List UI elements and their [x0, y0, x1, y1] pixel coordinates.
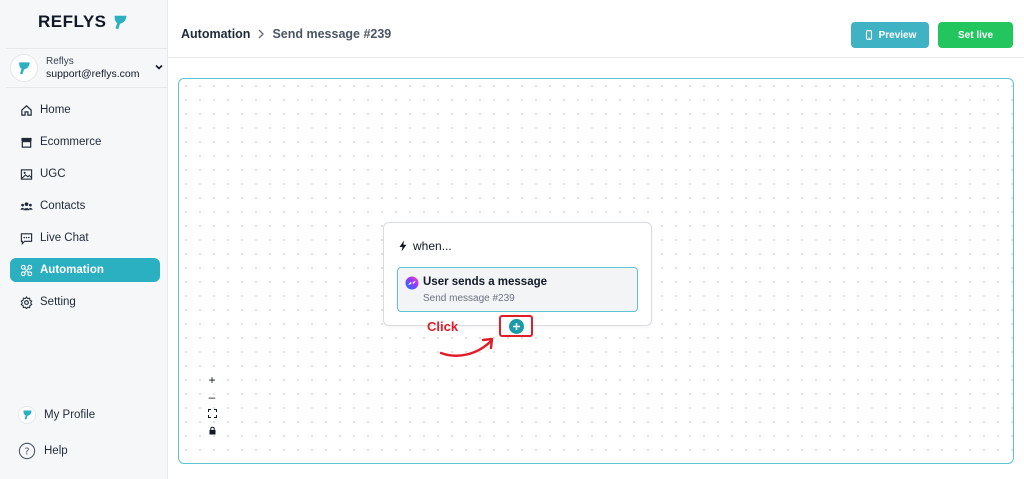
gear-icon — [20, 295, 33, 309]
sidebar-item-label: Contacts — [40, 200, 86, 212]
brand-name: REFLYS — [38, 12, 107, 31]
messenger-icon — [405, 276, 419, 290]
lock-button[interactable] — [203, 422, 221, 439]
click-annotation: Click — [427, 319, 459, 334]
trigger-card[interactable]: User sends a message Send message #239 — [397, 267, 638, 312]
store-icon — [21, 137, 32, 148]
image-icon — [20, 168, 33, 180]
set-live-label: Set live — [957, 29, 994, 41]
trigger-heading: when... — [398, 239, 452, 253]
users-icon — [20, 201, 33, 210]
account-name: Reflys — [46, 56, 74, 67]
sidebar: REFLYS Reflys support@reflys.com Home Ec… — [0, 0, 168, 479]
brand-logo[interactable]: REFLYS — [38, 12, 129, 32]
zoom-in-button[interactable]: + — [203, 371, 221, 388]
brand-mark-icon — [19, 62, 30, 75]
sidebar-item-label: Home — [40, 104, 71, 116]
sidebar-item-live-chat[interactable]: Live Chat — [10, 226, 160, 250]
sidebar-item-contacts[interactable]: Contacts — [10, 194, 160, 218]
preview-button[interactable]: Preview — [851, 22, 929, 48]
trigger-subtitle: Send message #239 — [423, 293, 515, 304]
annotation-arrow-icon — [439, 337, 494, 357]
plus-icon — [512, 322, 520, 330]
add-step-highlight — [499, 315, 533, 337]
automation-icon — [20, 264, 33, 276]
chevron-down-icon[interactable] — [154, 62, 164, 72]
help-icon: ? — [18, 442, 36, 460]
sidebar-item-label: Live Chat — [40, 232, 89, 244]
sidebar-item-label: Ecommerce — [40, 136, 102, 148]
svg-text:?: ? — [24, 447, 29, 458]
sidebar-item-setting[interactable]: Setting — [10, 290, 160, 314]
fit-view-button[interactable] — [203, 405, 221, 422]
trigger-node[interactable]: when... User sends a message Send messag… — [383, 222, 652, 326]
help-link[interactable]: ? Help — [18, 442, 68, 460]
sidebar-item-automation[interactable]: Automation — [10, 258, 160, 282]
zoom-out-button[interactable]: – — [203, 388, 221, 405]
sidebar-item-ugc[interactable]: UGC — [10, 162, 160, 186]
sidebar-item-ecommerce[interactable]: Ecommerce — [10, 130, 160, 154]
my-profile-label: My Profile — [44, 409, 96, 421]
sidebar-item-label: Automation — [40, 264, 104, 276]
chat-icon — [20, 232, 33, 245]
breadcrumb-current: Send message #239 — [272, 27, 392, 41]
flow-canvas[interactable]: when... User sends a message Send messag… — [178, 78, 1014, 464]
add-step-button[interactable] — [508, 318, 524, 334]
account-avatar — [10, 54, 38, 82]
canvas-controls: + – — [203, 371, 221, 439]
set-live-button[interactable]: Set live — [938, 22, 1013, 48]
phone-icon — [865, 30, 872, 40]
brand-mark-icon — [114, 15, 126, 30]
top-header: Automation Send message #239 Preview Set… — [168, 0, 1024, 58]
preview-label: Preview — [878, 29, 917, 41]
account-email: support@reflys.com — [46, 68, 140, 80]
sidebar-nav: Home Ecommerce UGC Contacts Live Chat Au… — [10, 98, 160, 322]
fit-view-icon — [207, 409, 217, 418]
profile-avatar-icon — [18, 406, 36, 424]
help-label: Help — [44, 445, 68, 457]
account-switcher[interactable]: Reflys support@reflys.com — [6, 48, 168, 88]
breadcrumb: Automation Send message #239 — [181, 27, 391, 41]
home-icon — [21, 104, 32, 116]
lock-icon — [209, 426, 215, 435]
app: REFLYS Reflys support@reflys.com Home Ec… — [0, 0, 1024, 479]
sidebar-item-label: Setting — [40, 296, 76, 308]
trigger-title: User sends a message — [423, 276, 548, 288]
chevron-right-icon — [258, 29, 265, 39]
lightning-icon — [399, 240, 407, 252]
breadcrumb-automation-link[interactable]: Automation — [181, 27, 250, 41]
sidebar-item-label: UGC — [40, 168, 66, 180]
trigger-heading-text: when... — [413, 239, 452, 253]
my-profile-link[interactable]: My Profile — [18, 406, 95, 424]
sidebar-item-home[interactable]: Home — [10, 98, 160, 122]
